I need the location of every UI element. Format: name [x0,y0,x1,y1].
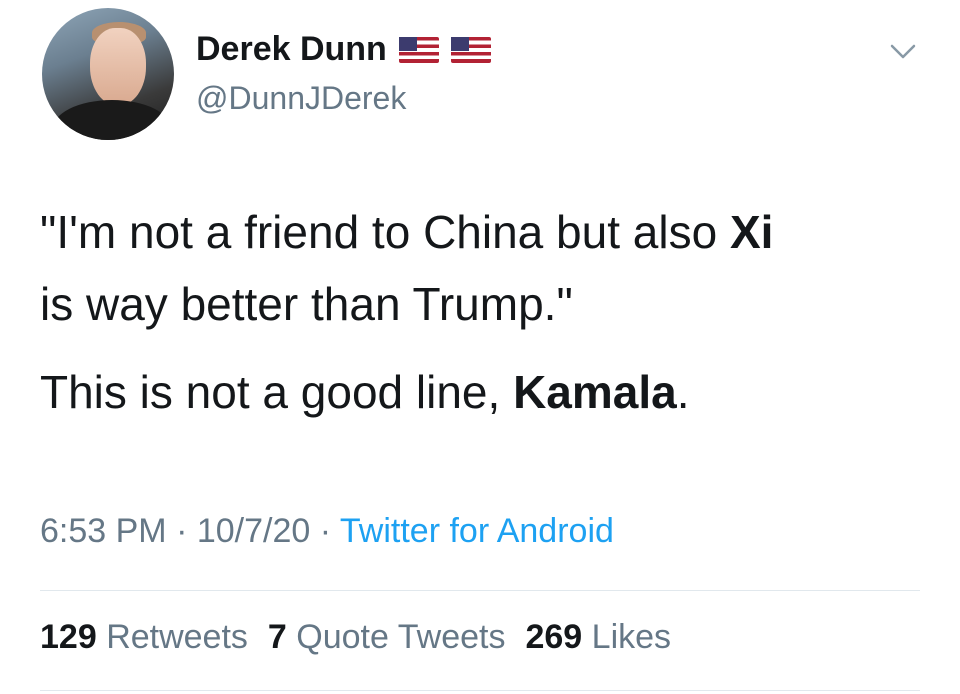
tweet-date[interactable]: 10/7/20 [197,512,310,550]
retweets-label: Retweets [106,618,248,656]
meta-separator: · [310,512,340,550]
tweet-quote: "I'm not a friend to China but also Xi is… [40,196,920,340]
tweet-comment-suffix: . [676,366,690,418]
tweet-comment-bold: Kamala [513,366,677,418]
chevron-down-icon[interactable] [888,36,918,66]
tweet-stats: 129 Retweets 7 Quote Tweets 269 Likes [40,618,671,657]
likes-stat[interactable]: 269 Likes [525,618,671,657]
tweet-text: "I'm not a friend to China but also Xi is… [40,196,920,428]
quote-tweets-label: Quote Tweets [296,618,506,656]
likes-count: 269 [525,618,583,656]
author-handle[interactable]: @DunnJDerek [196,80,406,117]
avatar-shirt [52,100,172,140]
tweet-quote-text-2: is way better than Trump." [40,278,573,330]
quote-tweets-stat[interactable]: 7 Quote Tweets [268,618,506,657]
retweets-count: 129 [40,618,97,656]
meta-separator: · [166,512,197,550]
avatar[interactable] [42,8,174,140]
author-name-row: Derek Dunn [196,30,491,69]
tweet-comment: This is not a good line, Kamala. [40,356,920,428]
avatar-face [90,28,146,106]
tweet-quote-text: "I'm not a friend to China but also [40,206,730,258]
tweet-comment-text: This is not a good line, [40,366,514,418]
tweet-time[interactable]: 6:53 PM [40,512,167,550]
divider [40,690,920,691]
divider [40,590,920,591]
likes-label: Likes [591,618,672,656]
tweet-quote-bold: Xi [729,206,774,258]
tweet-source-link[interactable]: Twitter for Android [340,512,614,550]
retweets-stat[interactable]: 129 Retweets [40,618,248,657]
us-flag-icon [398,36,439,63]
quote-tweets-count: 7 [267,618,287,656]
us-flag-icon [450,36,491,63]
tweet-meta: 6:53 PM · 10/7/20 · Twitter for Android [40,512,614,551]
author-display-name[interactable]: Derek Dunn [196,30,387,69]
